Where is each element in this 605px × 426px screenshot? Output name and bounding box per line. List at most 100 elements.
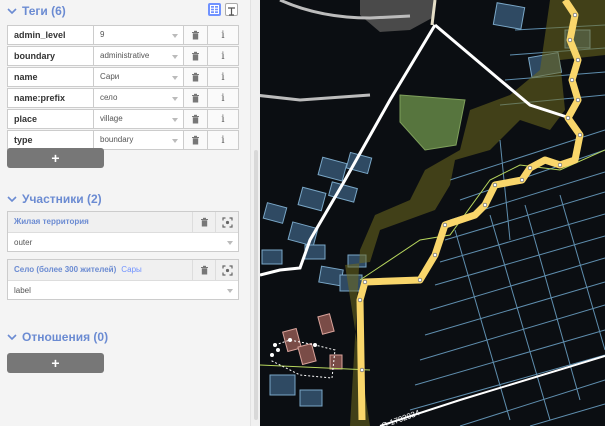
chevron-down-icon (172, 97, 178, 101)
zoom-to-icon (221, 216, 233, 228)
map-road (260, 93, 371, 102)
trash-icon (192, 51, 199, 61)
member-type: Село (более 300 жителей) (14, 265, 117, 274)
tags-section-title: Теги (6) (22, 4, 66, 18)
members-section-title: Участники (2) (22, 192, 102, 206)
delete-tag-button[interactable] (184, 131, 208, 149)
map-buildings-selected (282, 313, 343, 370)
road-label: О-1702034 (380, 408, 421, 426)
map-canvas[interactable]: О-1702034 (260, 0, 605, 426)
chevron-down-icon (227, 241, 233, 245)
table-icon (210, 5, 219, 14)
chevron-down-icon (7, 334, 17, 341)
member-role-input[interactable]: outer (8, 233, 238, 251)
tag-info-button[interactable]: i (208, 47, 238, 65)
tag-key-input[interactable]: name (8, 68, 94, 86)
tag-value-input[interactable]: 9 (94, 26, 184, 44)
tag-value-input[interactable]: село (94, 89, 184, 107)
delete-tag-button[interactable] (184, 47, 208, 65)
chevron-down-icon (7, 8, 17, 15)
map-svg: О-1702034 (260, 0, 605, 426)
tag-info-button[interactable]: i (208, 68, 238, 86)
tag-info-button[interactable]: i (208, 131, 238, 149)
member-link[interactable]: Жилая территория (14, 217, 94, 226)
trash-icon (192, 30, 199, 40)
tag-key-input[interactable]: name:prefix (8, 89, 94, 107)
tag-key-input[interactable]: place (8, 110, 94, 128)
chevron-down-icon (172, 55, 178, 59)
remove-member-button[interactable] (192, 212, 215, 232)
tag-row: name Сари i (7, 67, 239, 87)
tag-key-input[interactable]: boundary (8, 47, 94, 65)
tag-value-input[interactable]: administrative (94, 47, 184, 65)
info-icon: i (221, 113, 225, 125)
chevron-down-icon (227, 289, 233, 293)
tag-info-button[interactable]: i (208, 26, 238, 44)
add-relation-button[interactable]: + (7, 353, 104, 373)
delete-tag-button[interactable] (184, 89, 208, 107)
info-icon: i (221, 134, 225, 146)
inspector-sidebar: Теги (6) admin_level 9 i boundary admini… (0, 0, 250, 426)
zoom-to-member-button[interactable] (215, 260, 238, 280)
member-name: Сары (121, 265, 142, 274)
member-item: Жилая территория outer (7, 211, 239, 252)
chevron-down-icon (172, 34, 178, 38)
relations-section-title: Отношения (0) (22, 330, 109, 344)
info-icon: i (221, 50, 225, 62)
chevron-down-icon (7, 196, 17, 203)
member-role-value: outer (14, 238, 33, 247)
member-role-value: label (14, 286, 31, 295)
info-icon: i (221, 29, 225, 41)
tag-value-text: administrative (100, 51, 150, 60)
info-icon: i (221, 71, 225, 83)
member-role-input[interactable]: label (8, 281, 238, 299)
trash-icon (192, 114, 199, 124)
tag-row: type boundary i (7, 130, 239, 150)
trash-icon (192, 93, 199, 103)
chevron-down-icon (172, 76, 178, 80)
remove-member-button[interactable] (192, 260, 215, 280)
tag-value-text: 9 (100, 30, 105, 39)
tag-value-text: село (100, 93, 118, 102)
relations-section-toggle[interactable]: Отношения (0) (7, 330, 108, 344)
info-icon: i (221, 92, 225, 104)
tag-value-input[interactable]: village (94, 110, 184, 128)
chevron-down-icon (172, 139, 178, 143)
trash-icon (192, 135, 199, 145)
tag-row: admin_level 9 i (7, 25, 239, 45)
tag-table: admin_level 9 i boundary administrative … (7, 25, 239, 151)
member-type: Жилая территория (14, 217, 89, 226)
delete-tag-button[interactable] (184, 110, 208, 128)
trash-icon (192, 72, 199, 82)
delete-tag-button[interactable] (184, 68, 208, 86)
member-link[interactable]: Село (более 300 жителей) Сары (14, 265, 142, 274)
tag-key-input[interactable]: admin_level (8, 26, 94, 44)
members-section-toggle[interactable]: Участники (2) (7, 192, 102, 206)
text-view-button[interactable] (225, 3, 238, 16)
member-item: Село (более 300 жителей) Сары label (7, 259, 239, 300)
tag-value-text: boundary (100, 135, 134, 144)
map-selected-area (399, 94, 466, 151)
delete-tag-button[interactable] (184, 26, 208, 44)
add-tag-button[interactable]: + (7, 148, 104, 168)
tag-value-input[interactable]: boundary (94, 131, 184, 149)
table-view-button[interactable] (208, 3, 221, 16)
zoom-to-member-button[interactable] (215, 212, 238, 232)
tag-row: place village i (7, 109, 239, 129)
trash-icon (200, 217, 208, 227)
member-header: Жилая территория (8, 212, 238, 233)
text-view-icon (228, 7, 235, 16)
map-road-main (260, 24, 437, 277)
chevron-down-icon (172, 118, 178, 122)
tag-value-input[interactable]: Сари (94, 68, 184, 86)
tag-value-text: village (100, 114, 123, 123)
tag-key-input[interactable]: type (8, 131, 94, 149)
member-header: Село (более 300 жителей) Сары (8, 260, 238, 281)
scrollbar-thumb[interactable] (254, 150, 258, 420)
tag-row: boundary administrative i (7, 46, 239, 66)
trash-icon (200, 265, 208, 275)
tags-section-toggle[interactable]: Теги (6) (7, 4, 66, 18)
tag-row: name:prefix село i (7, 88, 239, 108)
tag-info-button[interactable]: i (208, 89, 238, 107)
tag-info-button[interactable]: i (208, 110, 238, 128)
